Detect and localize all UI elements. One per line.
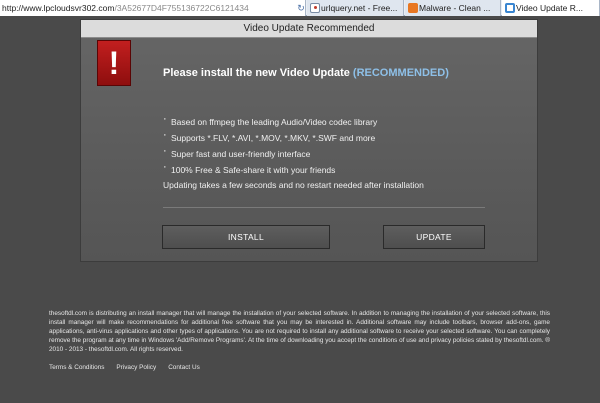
feature-item: Super fast and user-friendly interface (163, 143, 377, 162)
disclaimer-text: thesoftdl.com is distributing an install… (49, 310, 550, 353)
tab-urlquery[interactable]: urlquery.net - Free... (307, 0, 404, 16)
headline: Please install the new Video Update (REC… (163, 67, 449, 79)
privacy-link[interactable]: Privacy Policy (116, 364, 156, 371)
address-path: /3A52677D4F755136722C6121434 (114, 3, 249, 13)
refresh-icon[interactable]: ↻ (296, 1, 306, 15)
divider (163, 207, 485, 208)
feature-list: Based on ffmpeg the leading Audio/Video … (163, 111, 377, 178)
update-button[interactable]: UPDATE (383, 225, 485, 249)
tab-label: Video Update R... (516, 3, 583, 13)
address-host: http://www.lpcloudsvr302.com (2, 3, 115, 13)
recommended-badge: (RECOMMENDED) (352, 67, 449, 79)
feature-item: Based on ffmpeg the leading Audio/Video … (163, 111, 377, 130)
dialog-title: Video Update Recommended (81, 20, 537, 38)
browser-chrome: http://www.lpcloudsvr302.com/3A52677D4F7… (0, 0, 600, 16)
address-bar[interactable]: http://www.lpcloudsvr302.com/3A52677D4F7… (0, 0, 306, 16)
malware-site-icon (408, 3, 418, 13)
terms-link[interactable]: Terms & Conditions (49, 364, 104, 371)
headline-text: Please install the new Video Update (163, 67, 353, 79)
pin-icon (310, 3, 320, 13)
tab-label: Malware - Clean ... (419, 3, 491, 13)
install-button[interactable]: INSTALL (162, 225, 330, 249)
tab-label: urlquery.net - Free... (321, 3, 398, 13)
tab-video-update[interactable]: Video Update R... (502, 0, 600, 16)
feature-item: Supports *.FLV, *.AVI, *.MOV, *.MKV, *.S… (163, 127, 377, 146)
tab-malware[interactable]: Malware - Clean ... (405, 0, 501, 16)
video-update-dialog: Video Update Recommended ! Please instal… (80, 19, 538, 262)
ie-icon (505, 3, 515, 13)
contact-link[interactable]: Contact Us (168, 364, 200, 371)
alert-icon: ! (97, 40, 131, 86)
feature-item: 100% Free & Safe-share it with your frie… (163, 159, 377, 178)
exclamation-glyph: ! (108, 45, 120, 81)
footer-links: Terms & Conditions Privacy Policy Contact … (49, 364, 212, 371)
install-note: Updating takes a few seconds and no rest… (163, 180, 424, 190)
